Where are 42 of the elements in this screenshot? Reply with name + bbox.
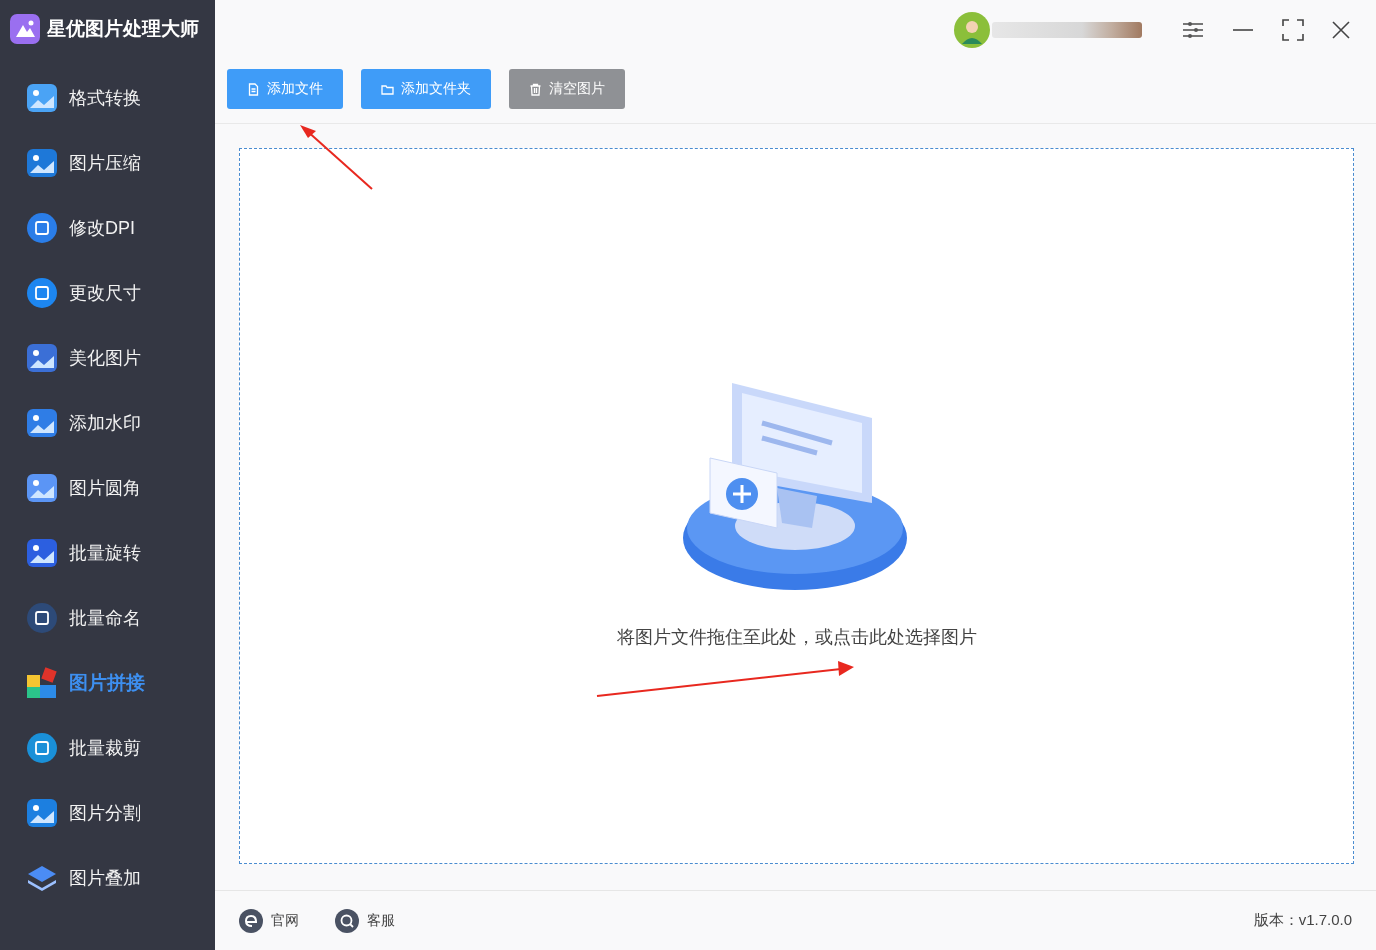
avatar-icon[interactable] xyxy=(954,12,990,48)
sidebar-item[interactable]: 美化图片 xyxy=(0,325,215,390)
app-title: 星优图片处理大师 xyxy=(47,17,199,41)
trash-icon xyxy=(529,82,542,96)
drop-hint: 将图片文件拖住至此处，或点击此处选择图片 xyxy=(616,625,977,649)
square-badge-icon xyxy=(26,211,58,244)
square-badge-icon xyxy=(26,276,58,309)
sidebar-item[interactable]: 图片拼接 xyxy=(0,650,215,715)
image-icon xyxy=(26,146,58,179)
support-link[interactable]: 客服 xyxy=(335,908,395,933)
puzzle-icon xyxy=(26,666,58,699)
sidebar-item[interactable]: 图片分割 xyxy=(0,780,215,845)
image-icon xyxy=(26,471,58,504)
square-badge-icon xyxy=(26,731,58,764)
browser-icon xyxy=(239,908,263,933)
chat-icon xyxy=(335,908,359,933)
settings-icon[interactable] xyxy=(1182,19,1204,41)
sidebar-item[interactable]: 添加水印 xyxy=(0,390,215,455)
folder-icon xyxy=(381,82,394,96)
image-icon xyxy=(26,536,58,569)
version-label: 版本：v1.7.0.0 xyxy=(1253,911,1352,930)
image-icon xyxy=(26,341,58,374)
sidebar-item[interactable]: 批量旋转 xyxy=(0,520,215,585)
sidebar-item[interactable]: 修改DPI xyxy=(0,195,215,260)
sidebar-item[interactable]: 批量命名 xyxy=(0,585,215,650)
image-icon xyxy=(26,406,58,439)
image-icon xyxy=(26,796,58,829)
sidebar-item[interactable]: 图片叠加 xyxy=(0,845,215,910)
close-icon[interactable] xyxy=(1332,21,1350,39)
sidebar-item[interactable]: 格式转换 xyxy=(0,65,215,130)
document-icon xyxy=(247,82,260,96)
logo-icon xyxy=(10,14,40,44)
drop-area[interactable]: 将图片文件拖住至此处，或点击此处选择图片 xyxy=(239,148,1354,864)
sidebar-item[interactable]: 批量裁剪 xyxy=(0,715,215,780)
website-link[interactable]: 官网 xyxy=(239,908,299,933)
minimize-icon[interactable] xyxy=(1232,28,1254,32)
sidebar-item[interactable]: 图片压缩 xyxy=(0,130,215,195)
maximize-icon[interactable] xyxy=(1282,19,1304,41)
sidebar-item[interactable]: 图片圆角 xyxy=(0,455,215,520)
sidebar-item[interactable]: 更改尺寸 xyxy=(0,260,215,325)
image-icon xyxy=(26,81,58,114)
square-badge-icon xyxy=(26,601,58,634)
